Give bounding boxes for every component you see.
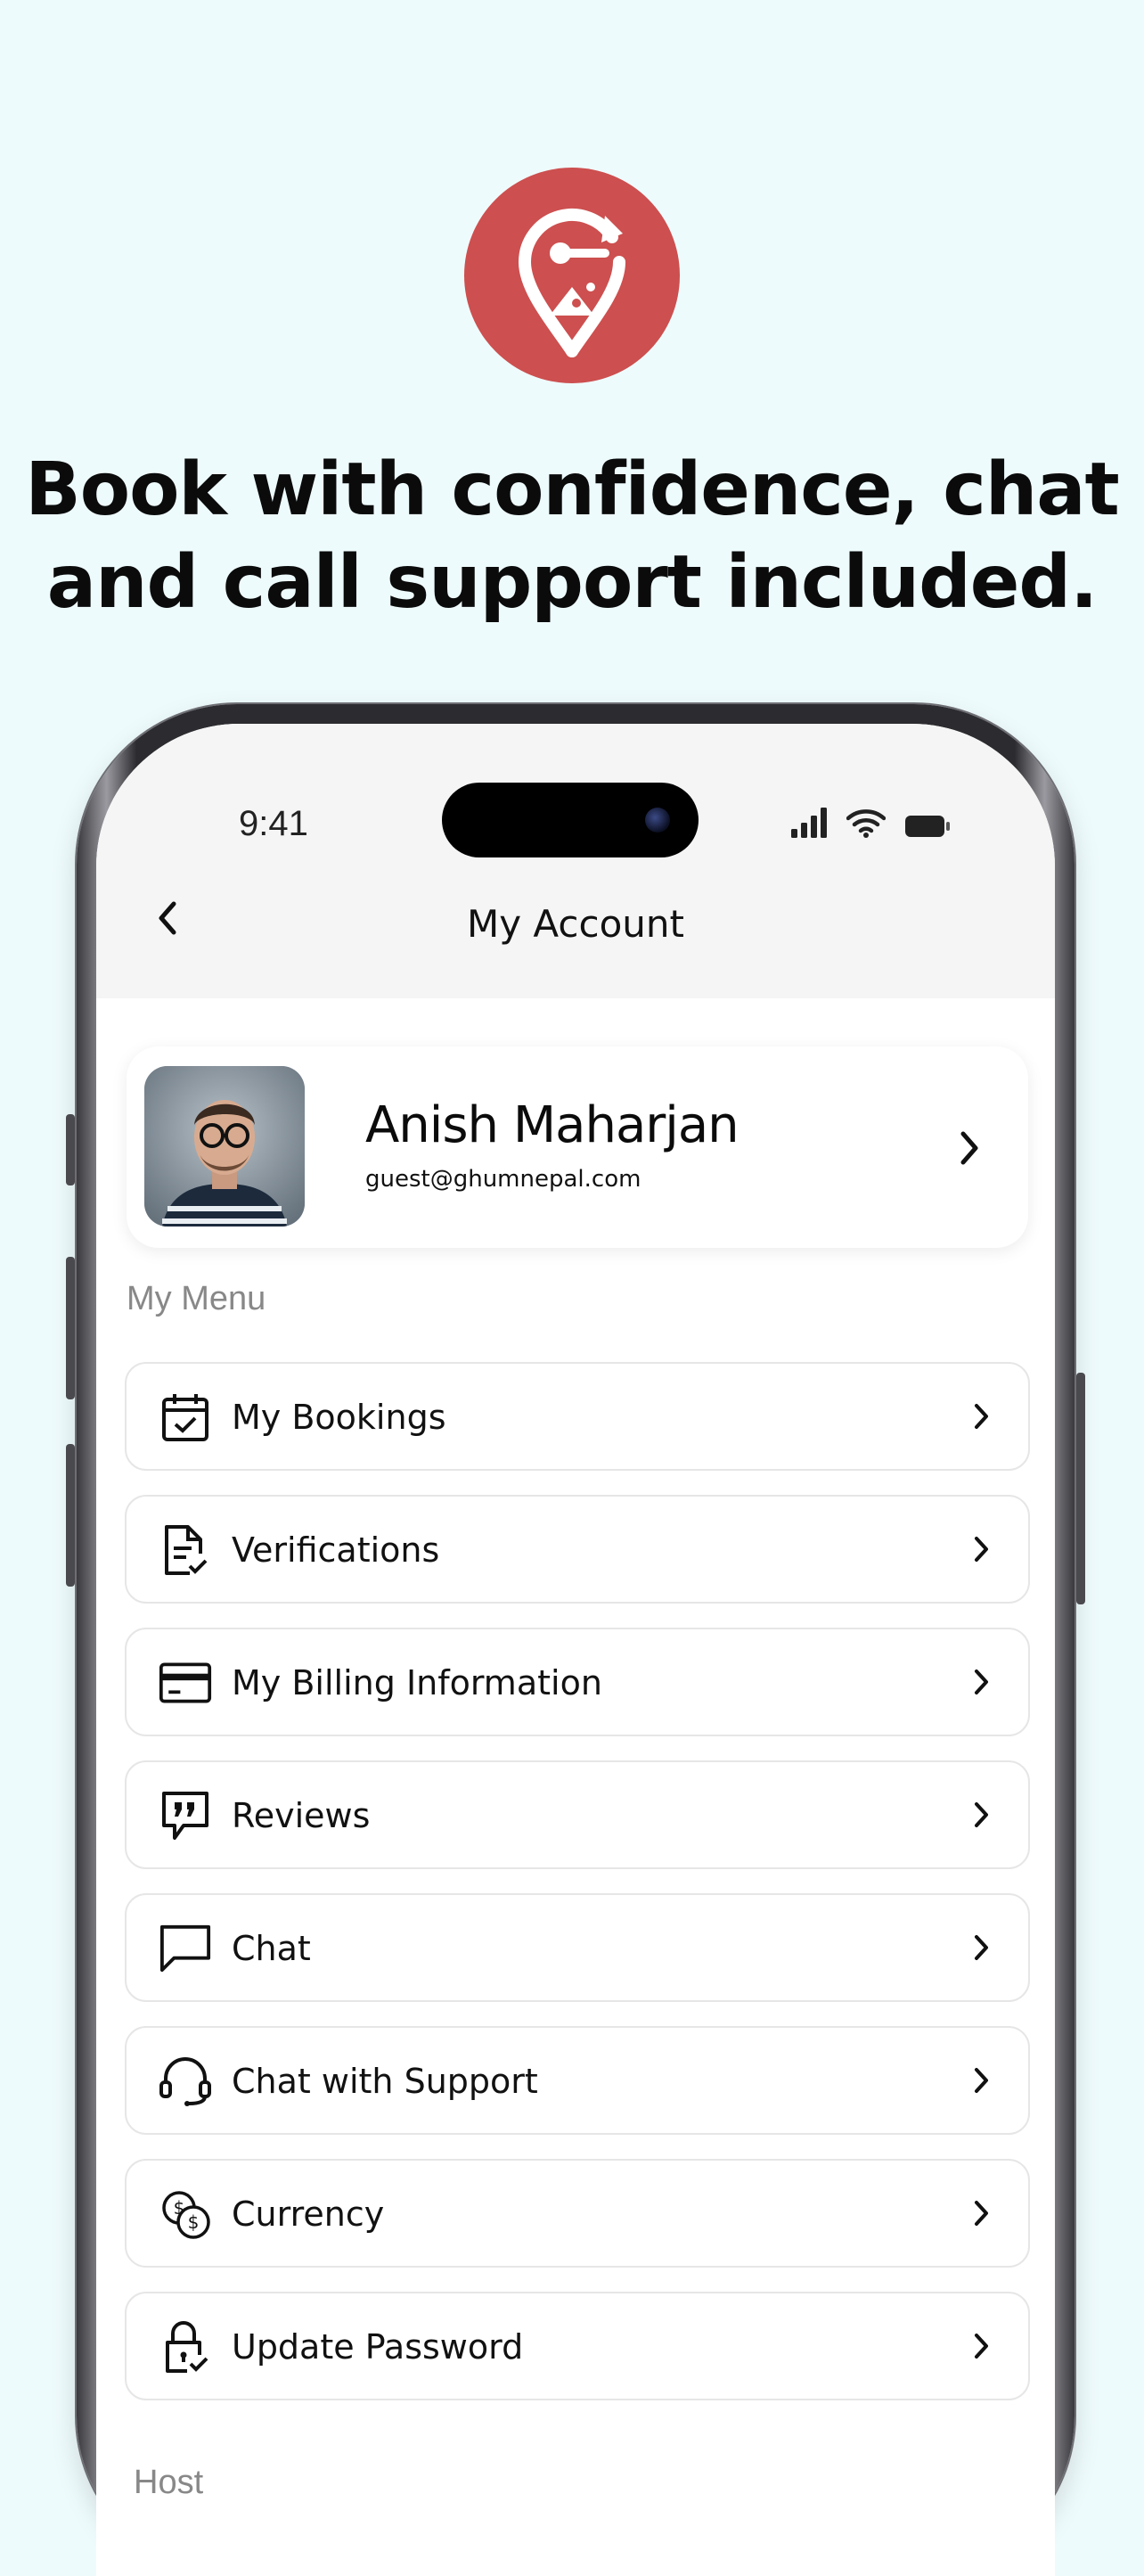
chevron-right-icon (975, 1669, 988, 1694)
menu-item-update-password[interactable]: Update Password (125, 2292, 1030, 2400)
chevron-right-icon (975, 2068, 988, 2093)
volume-down-button (66, 1444, 75, 1587)
svg-text:$: $ (188, 2211, 200, 2233)
menu-item-my-bookings[interactable]: My Bookings (125, 1362, 1030, 1471)
chevron-right-icon (975, 2201, 988, 2226)
headline-line-1: Book with confidence, chat (25, 447, 1119, 532)
signal-icon (791, 808, 827, 838)
volume-up-button (66, 1257, 75, 1399)
chevron-right-icon (960, 1131, 978, 1165)
review-quote-icon (159, 1789, 212, 1842)
chevron-right-icon (975, 1404, 988, 1429)
menu-item-label: Currency (232, 2195, 385, 2234)
chevron-right-icon (975, 1802, 988, 1827)
menu-item-label: My Billing Information (232, 1663, 602, 1702)
menu-item-chat-with-support[interactable]: Chat with Support (125, 2026, 1030, 2135)
lock-check-icon (159, 2320, 212, 2374)
status-time: 9:41 (239, 804, 308, 843)
chevron-right-icon (975, 1935, 988, 1960)
headline-line-2: and call support included. (46, 540, 1099, 625)
status-icons (791, 808, 950, 838)
ghumnepal-logo-icon (518, 209, 625, 357)
profile-name: Anish Maharjan (365, 1096, 740, 1154)
phone-mockup: 9:41 My Account Anish Maharjan guest@ghu… (66, 704, 1085, 2576)
headset-icon (159, 2055, 212, 2108)
section-label-my-menu: My Menu (127, 1280, 266, 1317)
menu-item-label: Chat (232, 1929, 311, 1968)
calendar-check-icon (159, 1391, 212, 1444)
menu-item-label: My Bookings (232, 1398, 446, 1437)
camera-icon (645, 808, 670, 833)
page-title: My Account (466, 902, 685, 946)
wifi-icon (846, 809, 886, 838)
chevron-right-icon (975, 1537, 988, 1562)
menu-item-billing-information[interactable]: My Billing Information (125, 1628, 1030, 1736)
credit-card-icon (159, 1656, 212, 1710)
action-button (66, 1114, 75, 1185)
battery-icon (905, 816, 950, 837)
section-label-host: Host (134, 2464, 204, 2501)
app-logo (464, 168, 680, 383)
phone-screen: 9:41 My Account Anish Maharjan guest@ghu… (96, 724, 1055, 2576)
menu-item-label: Reviews (232, 1796, 371, 1835)
currency-exchange-icon: $ $ (159, 2187, 212, 2241)
profile-email: guest@ghumnepal.com (365, 1166, 641, 1193)
menu-item-chat[interactable]: Chat (125, 1893, 1030, 2002)
power-button (1076, 1373, 1085, 1604)
menu-item-reviews[interactable]: Reviews (125, 1760, 1030, 1869)
chevron-right-icon (975, 2334, 988, 2359)
menu-item-label: Update Password (232, 2327, 524, 2367)
chat-bubble-icon (159, 1922, 212, 1975)
menu-item-verifications[interactable]: Verifications (125, 1495, 1030, 1604)
menu-item-label: Verifications (232, 1530, 440, 1570)
dynamic-island (442, 783, 699, 857)
profile-card[interactable]: Anish Maharjan guest@ghumnepal.com (127, 1046, 1028, 1248)
headline: Book with confidence, chat and call supp… (0, 444, 1144, 629)
top-bar: 9:41 My Account (96, 724, 1055, 998)
document-check-icon (159, 1523, 212, 1577)
menu-item-currency[interactable]: $ $ Currency (125, 2159, 1030, 2268)
menu-item-label: Chat with Support (232, 2062, 538, 2101)
avatar (144, 1066, 305, 1226)
